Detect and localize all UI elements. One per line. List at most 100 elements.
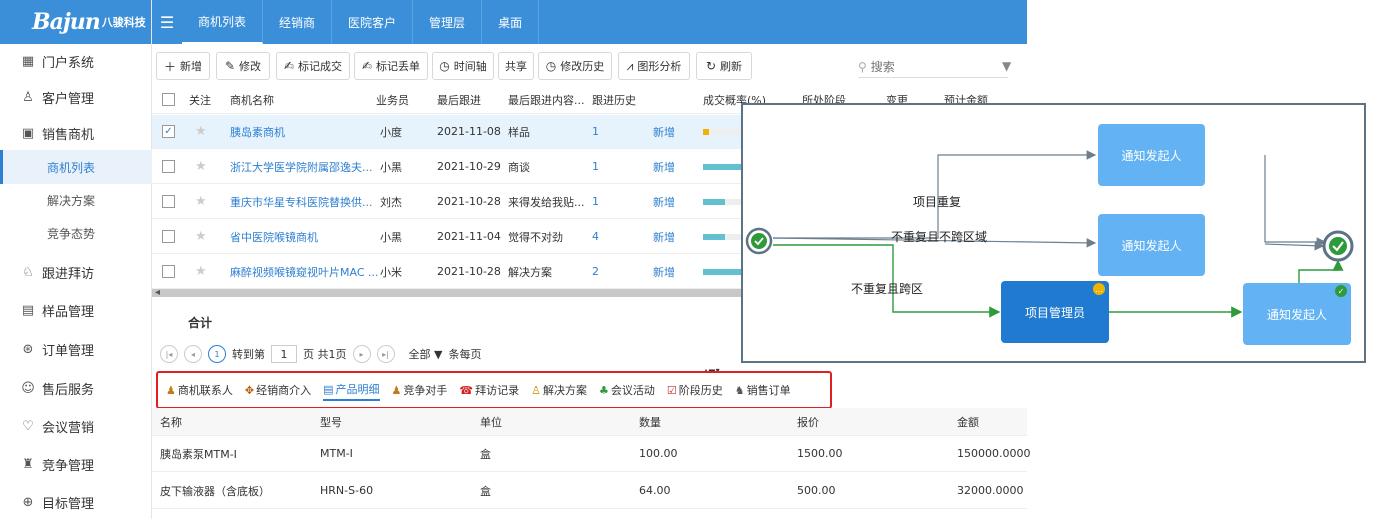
opportunity-name-link[interactable]: 麻醉视频喉镜窥视叶片MAC ... [230, 255, 379, 288]
next-page-icon[interactable]: ▸ [352, 345, 371, 363]
stage-link[interactable]: 新增 [653, 150, 675, 183]
opportunity-name-link[interactable]: 重庆市华星专科医院替换供... [230, 185, 373, 218]
tab-hospital-customers[interactable]: 医院客户 [332, 0, 414, 44]
last-page-icon[interactable]: ▸| [376, 345, 395, 363]
history-link[interactable]: 2 [592, 255, 599, 288]
row-checkbox[interactable]: ✓ [162, 115, 175, 148]
select-all-checkbox[interactable] [162, 86, 175, 113]
tab-solutions[interactable]: ♙ 解决方案 [531, 379, 587, 401]
history-link[interactable]: 1 [592, 150, 599, 183]
column-header[interactable]: 名称 [160, 408, 182, 435]
start-node[interactable] [745, 227, 773, 255]
sidebar-item-label: 销售商机 [42, 127, 95, 143]
column-header[interactable]: 单位 [480, 408, 502, 435]
tab-sales-orders[interactable]: ♞ 销售订单 [735, 379, 791, 401]
history-link[interactable]: 1 [592, 115, 599, 148]
tab-product-details[interactable]: ▤ 产品明细 [323, 379, 380, 401]
tab-opportunity-list[interactable]: 商机列表 [182, 0, 264, 44]
chart-analysis-button-label: 图形分析 [637, 60, 682, 73]
sidebar-item-portal[interactable]: ▦ 门户系统 [0, 45, 152, 77]
opportunity-name-link[interactable]: 省中医院喉镜商机 [230, 220, 318, 253]
add-button[interactable]: ＋ 新增 [156, 52, 210, 80]
sidebar-item-samples[interactable]: ▤ 样品管理 [0, 294, 152, 326]
sidebar-item-service[interactable]: ☺ 售后服务 [0, 372, 152, 404]
column-header[interactable]: 跟进历史 [592, 86, 636, 113]
column-header[interactable]: 最后跟进内容... [508, 86, 585, 113]
goto-page-input[interactable]: 1 [271, 345, 297, 363]
project-manager-node[interactable]: 项目管理员 … [1001, 281, 1109, 343]
stage-link[interactable]: 新增 [653, 220, 675, 253]
filter-icon[interactable]: ▼ [1002, 59, 1011, 73]
sidebar-subitem-competition[interactable]: 竞争态势 [0, 216, 152, 250]
sidebar-item-targets[interactable]: ⊕ 目标管理 [0, 486, 152, 518]
history-link[interactable]: 4 [592, 220, 599, 253]
horizontal-scrollbar[interactable] [152, 289, 742, 297]
table-row[interactable]: 皮下输液器（含底板） HRN-S-60 盒 64.00 500.00 32000… [152, 473, 1027, 509]
row-checkbox[interactable] [162, 150, 175, 183]
tab-desktop[interactable]: 桌面 [482, 0, 540, 44]
column-header[interactable]: 报价 [797, 408, 819, 435]
tab-dealer-involvement[interactable]: ✥ 经销商介入 [245, 379, 311, 401]
share-button[interactable]: 共享 [498, 52, 534, 80]
column-header[interactable]: 金额 [957, 408, 979, 435]
stage-link[interactable]: 新增 [653, 255, 675, 288]
notify-initiator-node-2[interactable]: 通知发起人 [1098, 214, 1205, 276]
history-link[interactable]: 1 [592, 185, 599, 218]
star-icon[interactable]: ★ [195, 115, 207, 148]
column-header[interactable]: 数量 [639, 408, 661, 435]
row-checkbox[interactable] [162, 185, 175, 218]
chart-analysis-button[interactable]: ⩘ 图形分析 [618, 52, 690, 80]
scroll-left-icon[interactable]: ◂ [155, 287, 160, 298]
tab-visit-records[interactable]: ☎ 拜访记录 [459, 379, 519, 401]
sidebar-item-opportunities[interactable]: ▣ 销售商机 [0, 117, 152, 149]
opportunity-name-link[interactable]: 胰岛素商机 [230, 115, 285, 148]
sidebar-item-orders[interactable]: ⊛ 订单管理 [0, 333, 152, 365]
sidebar-item-label: 客户管理 [42, 91, 95, 107]
refresh-button[interactable]: ↻ 刷新 [696, 52, 752, 80]
column-header[interactable]: 型号 [320, 408, 342, 435]
logo-brand: Bajun [32, 9, 101, 35]
edit-history-button[interactable]: ◷ 修改历史 [538, 52, 612, 80]
stage-link[interactable]: 新增 [653, 115, 675, 148]
tab-contacts[interactable]: ♟ 商机联系人 [166, 379, 233, 401]
mark-deal-button[interactable]: ✍ 标记成交 [276, 52, 350, 80]
row-checkbox[interactable] [162, 220, 175, 253]
table-row[interactable]: 胰岛素泵MTM-I MTM-I 盒 100.00 1500.00 150000.… [152, 436, 1030, 472]
end-node[interactable] [1322, 230, 1354, 262]
tab-competitors[interactable]: ♟ 竞争对手 [392, 379, 448, 401]
pencil-icon: ✎ [224, 59, 236, 73]
sidebar-subitem-solutions[interactable]: 解决方案 [0, 183, 152, 217]
row-checkbox[interactable] [162, 255, 175, 288]
column-header[interactable]: 关注 [189, 86, 211, 113]
sidebar-subitem-opportunity-list[interactable]: 商机列表 [0, 150, 152, 184]
column-header[interactable]: 业务员 [376, 86, 409, 113]
product-table-header: 名称 型号 单位 数量 报价 金额 [152, 408, 1027, 436]
page-size-select[interactable]: 全部 ▼ [409, 346, 443, 362]
star-icon[interactable]: ★ [195, 220, 207, 253]
first-page-icon[interactable]: |◂ [160, 345, 178, 363]
notify-initiator-node-3[interactable]: 通知发起人 ✓ [1243, 283, 1351, 345]
prev-page-icon[interactable]: ◂ [184, 345, 202, 363]
notify-initiator-node-1[interactable]: 通知发起人 [1098, 124, 1205, 186]
timeline-button[interactable]: ◷ 时间轴 [432, 52, 494, 80]
column-header[interactable]: 最后跟进 [437, 86, 481, 113]
tab-meeting-activities[interactable]: ♣ 会议活动 [599, 379, 655, 401]
mark-lost-button[interactable]: ✍ 标记丢单 [354, 52, 428, 80]
star-icon[interactable]: ★ [195, 150, 207, 183]
edit-button[interactable]: ✎ 修改 [216, 52, 270, 80]
menu-icon[interactable]: ☰ [152, 0, 182, 44]
current-page[interactable]: 1 [208, 345, 226, 363]
sidebar-item-competition-mgmt[interactable]: ♜ 竞争管理 [0, 448, 152, 480]
star-icon[interactable]: ★ [195, 185, 207, 218]
opportunity-name-link[interactable]: 浙江大学医学院附属邵逸夫... [230, 150, 373, 183]
sidebar-item-customers[interactable]: ♙ 客户管理 [0, 81, 152, 113]
column-header[interactable]: 商机名称 [230, 86, 274, 113]
sidebar-item-meetings[interactable]: ♡ 会议营销 [0, 410, 152, 442]
stage-link[interactable]: 新增 [653, 185, 675, 218]
tab-management[interactable]: 管理层 [413, 0, 483, 44]
search-input[interactable] [870, 59, 971, 74]
sidebar-item-visits[interactable]: ♘ 跟进拜访 [0, 256, 152, 288]
tab-dealers[interactable]: 经销商 [263, 0, 333, 44]
star-icon[interactable]: ★ [195, 255, 207, 288]
tab-stage-history[interactable]: ☑ 阶段历史 [667, 379, 723, 401]
